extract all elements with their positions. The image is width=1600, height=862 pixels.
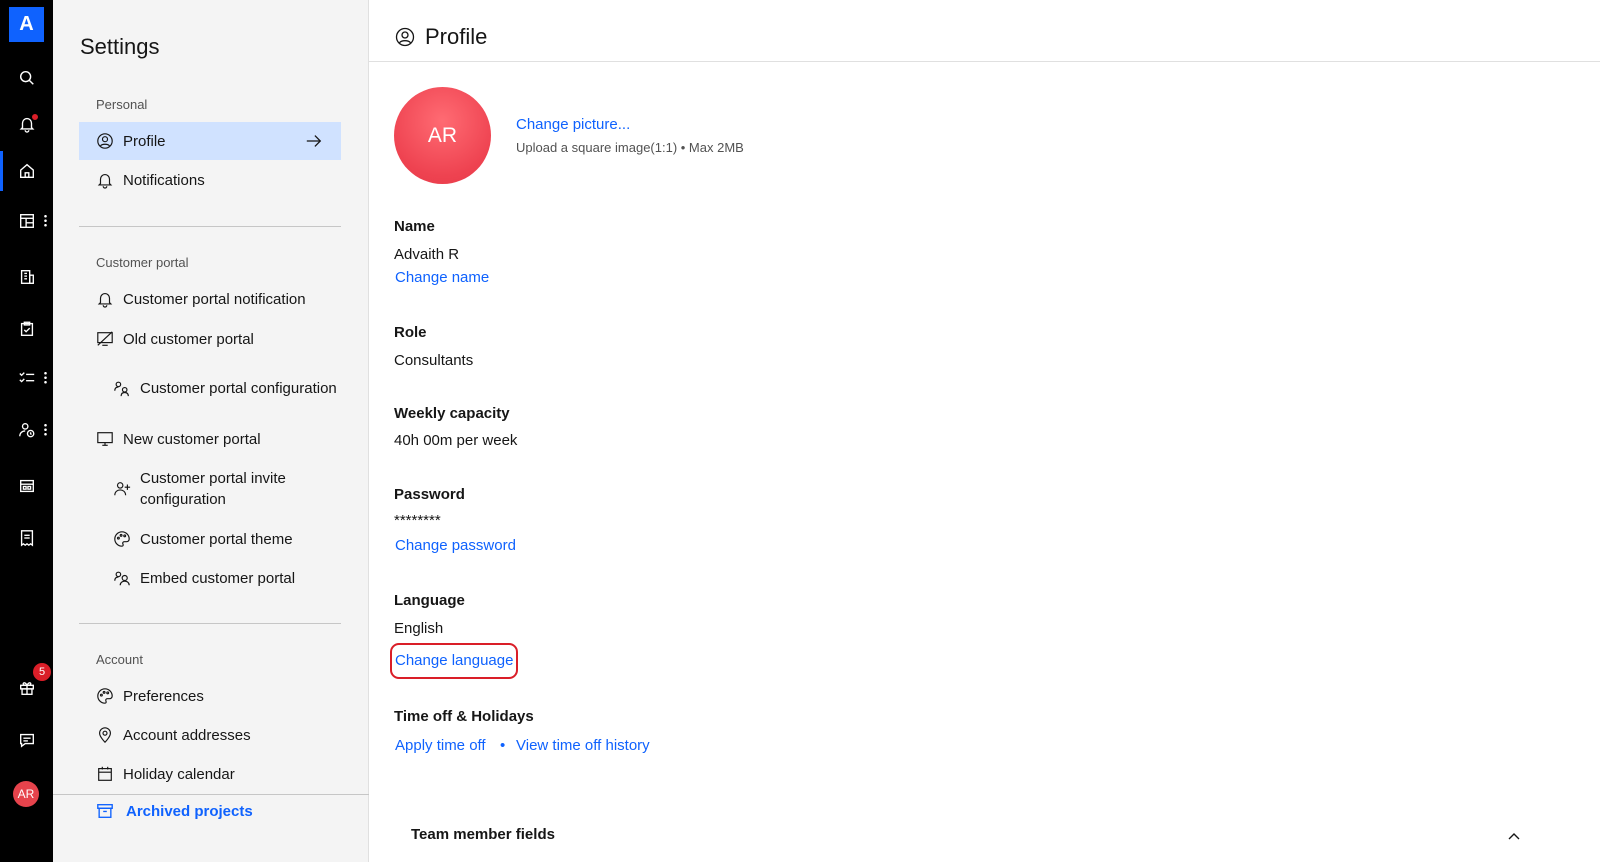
user-config-icon xyxy=(113,379,131,397)
user-add-icon xyxy=(113,480,131,498)
home-icon[interactable] xyxy=(0,151,53,191)
task-list-icon[interactable] xyxy=(0,358,53,398)
palette-icon xyxy=(96,687,114,705)
palette-icon xyxy=(113,530,131,548)
user-circle-icon xyxy=(96,132,114,150)
section-account: Account xyxy=(96,652,143,667)
nav-item-label: Embed customer portal xyxy=(140,569,296,587)
calendar-icon xyxy=(96,765,114,783)
change-name-link[interactable]: Change name xyxy=(395,269,489,286)
nav-item-label: Customer portal notification xyxy=(123,290,306,308)
archived-projects-footer: Archived projects xyxy=(53,794,369,862)
nav-item-label: Holiday calendar xyxy=(123,765,235,783)
profile-avatar: AR xyxy=(394,87,491,184)
page-title: Profile xyxy=(425,24,488,49)
nav-item-holiday-calendar[interactable]: Holiday calendar xyxy=(79,755,341,793)
user-clock-icon[interactable] xyxy=(0,410,53,450)
role-label: Role xyxy=(394,324,427,341)
separator-dot: • xyxy=(500,737,506,754)
nav-item-label: New customer portal xyxy=(123,430,261,448)
language-value: English xyxy=(394,620,444,637)
role-value: Consultants xyxy=(394,352,474,369)
nav-item-preferences[interactable]: Preferences xyxy=(79,677,341,715)
nav-item-label: Account addresses xyxy=(123,726,251,744)
gift-count-badge: 5 xyxy=(33,663,51,681)
settings-sidebar: Settings Personal Profile Notifications … xyxy=(53,0,369,862)
nav-item-customer-portal-notification[interactable]: Customer portal notification xyxy=(79,280,341,318)
language-label: Language xyxy=(394,592,465,609)
nav-item-label: Customer portal invite configuration xyxy=(140,470,286,508)
nav-item-embed-customer-portal[interactable]: Embed customer portal xyxy=(79,559,341,597)
archive-icon xyxy=(97,804,113,818)
dashboard-icon[interactable] xyxy=(0,466,53,506)
nav-item-label: Notifications xyxy=(123,171,205,189)
nav-item-customer-portal-invite[interactable]: Customer portal invite configuration xyxy=(79,465,341,513)
monitor-off-icon xyxy=(96,330,114,348)
monitor-icon xyxy=(96,430,114,448)
nav-item-label: Customer portal configuration xyxy=(140,379,337,397)
team-member-fields-header[interactable]: Team member fields xyxy=(411,826,555,843)
bell-icon xyxy=(96,171,114,189)
nav-item-customer-portal-theme[interactable]: Customer portal theme xyxy=(79,520,341,558)
app-logo[interactable]: A xyxy=(9,7,44,42)
page-header: Profile xyxy=(369,0,1600,62)
name-value: Advaith R xyxy=(394,246,460,263)
archived-projects-link[interactable]: Archived projects xyxy=(96,802,253,820)
settings-title: Settings xyxy=(80,34,160,59)
more-dots-icon[interactable] xyxy=(44,423,47,436)
app-rail: A 5 AR xyxy=(0,0,53,862)
time-off-label: Time off & Holidays xyxy=(394,708,534,725)
weekly-capacity-label: Weekly capacity xyxy=(394,405,510,422)
upload-hint: Upload a square image(1:1) • Max 2MB xyxy=(516,140,744,155)
change-language-link[interactable]: Change language xyxy=(395,652,513,669)
divider xyxy=(79,623,341,624)
receipt-icon[interactable] xyxy=(0,518,53,558)
building-icon[interactable] xyxy=(0,257,53,297)
chevron-up-icon[interactable] xyxy=(1506,828,1522,844)
password-value: ******** xyxy=(394,512,441,529)
nav-item-profile[interactable]: Profile xyxy=(79,122,341,160)
section-personal: Personal xyxy=(96,97,148,112)
archived-projects-label: Archived projects xyxy=(126,802,253,820)
bell-icon[interactable] xyxy=(0,104,53,144)
clipboard-icon[interactable] xyxy=(0,309,53,349)
settings-nav-scroll[interactable]: Personal Profile Notifications Customer … xyxy=(53,80,369,793)
user-avatar[interactable]: AR xyxy=(13,781,39,807)
search-icon[interactable] xyxy=(0,58,53,98)
nav-item-old-customer-portal[interactable]: Old customer portal xyxy=(79,320,341,358)
nav-item-label: Old customer portal xyxy=(123,330,254,348)
more-dots-icon[interactable] xyxy=(44,371,47,384)
notification-dot xyxy=(31,113,39,121)
nav-item-new-customer-portal[interactable]: New customer portal xyxy=(79,420,341,458)
nav-item-account-addresses[interactable]: Account addresses xyxy=(79,716,341,754)
weekly-capacity-value: 40h 00m per week xyxy=(394,432,518,449)
location-pin-icon xyxy=(96,726,114,744)
divider xyxy=(79,226,341,227)
apply-time-off-link[interactable]: Apply time off xyxy=(395,737,486,754)
chat-icon[interactable] xyxy=(0,720,53,760)
profile-page: Profile AR Change picture... Upload a sq… xyxy=(369,0,1600,862)
section-customer-portal: Customer portal xyxy=(96,255,189,270)
more-dots-icon[interactable] xyxy=(44,214,47,227)
nav-item-customer-portal-configuration[interactable]: Customer portal configuration xyxy=(79,364,341,412)
nav-item-label: Profile xyxy=(123,132,166,150)
nav-item-label: Customer portal theme xyxy=(140,530,293,548)
user-circle-icon xyxy=(395,27,415,47)
view-time-off-history-link[interactable]: View time off history xyxy=(516,737,650,754)
users-icon xyxy=(113,569,131,587)
change-picture-link[interactable]: Change picture... xyxy=(516,116,630,133)
arrow-right-icon xyxy=(306,135,322,147)
nav-item-label: Preferences xyxy=(123,687,204,705)
name-label: Name xyxy=(394,218,435,235)
change-password-link[interactable]: Change password xyxy=(395,537,516,554)
bell-icon xyxy=(96,290,114,308)
nav-item-notifications[interactable]: Notifications xyxy=(79,161,341,199)
calendar-grid-icon[interactable] xyxy=(0,201,53,241)
password-label: Password xyxy=(394,486,465,503)
